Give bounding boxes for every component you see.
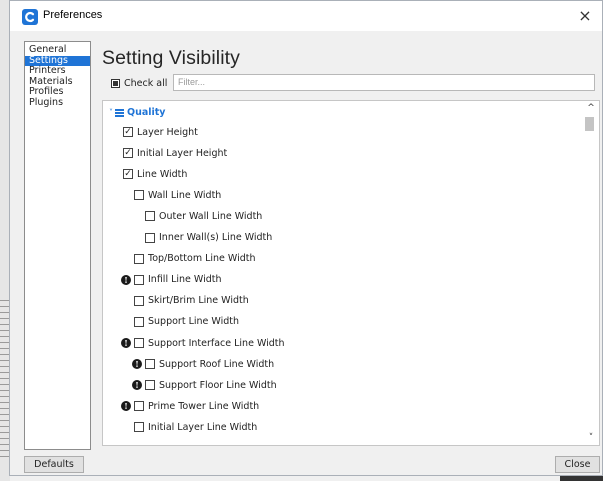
category-label: Quality bbox=[127, 107, 166, 118]
setting-row[interactable]: ! Prime Tower Line Width bbox=[121, 399, 259, 413]
info-icon[interactable]: ! bbox=[121, 401, 131, 412]
info-icon[interactable]: ! bbox=[121, 274, 131, 285]
setting-label: Skirt/Brim Line Width bbox=[148, 295, 249, 307]
sidebar-item-printers[interactable]: Printers bbox=[25, 65, 90, 77]
setting-row[interactable]: Support Line Width bbox=[134, 315, 239, 329]
close-button[interactable]: Close bbox=[555, 456, 600, 473]
checkbox-unchecked-icon[interactable] bbox=[145, 359, 155, 370]
setting-label: Support Line Width bbox=[148, 316, 239, 328]
setting-row[interactable]: ✓ Initial Layer Height bbox=[123, 146, 227, 160]
filter-input[interactable]: Filter... bbox=[173, 74, 595, 91]
sidebar-item-general[interactable]: General bbox=[25, 44, 90, 56]
checkbox-checked-icon[interactable]: ✓ bbox=[123, 148, 133, 159]
setting-row[interactable]: Inner Wall(s) Line Width bbox=[145, 231, 272, 245]
setting-label: Inner Wall(s) Line Width bbox=[159, 232, 273, 243]
background-window-fragment bbox=[560, 476, 603, 481]
check-all-partial-icon bbox=[111, 78, 120, 88]
check-all-label: Check all bbox=[124, 77, 168, 89]
setting-row[interactable]: Top/Bottom Line Width bbox=[134, 252, 256, 266]
title-bar[interactable]: Preferences × bbox=[10, 1, 602, 31]
setting-label: Layer Height bbox=[137, 126, 198, 138]
setting-label: Prime Tower Line Width bbox=[148, 400, 260, 412]
setting-label: Support Interface Line Width bbox=[148, 337, 285, 349]
category-quality[interactable]: ˅ Quality bbox=[109, 107, 166, 118]
setting-label: Support Floor Line Width bbox=[159, 379, 277, 391]
cura-c-icon bbox=[22, 9, 38, 25]
info-icon[interactable]: ! bbox=[121, 338, 131, 348]
setting-label: Initial Layer Line Width bbox=[148, 421, 258, 433]
checkbox-checked-icon[interactable]: ✓ bbox=[123, 169, 133, 180]
checkbox-unchecked-icon[interactable] bbox=[134, 401, 144, 412]
setting-row[interactable]: Wall Line Width bbox=[134, 188, 221, 202]
info-icon[interactable]: ! bbox=[132, 359, 142, 370]
check-all-checkbox[interactable]: Check all bbox=[111, 76, 167, 90]
setting-row[interactable]: ✓ Layer Height bbox=[123, 125, 198, 139]
checkbox-unchecked-icon[interactable] bbox=[145, 232, 155, 243]
checkbox-unchecked-icon[interactable] bbox=[145, 380, 155, 391]
close-icon[interactable]: × bbox=[574, 5, 596, 27]
checkbox-unchecked-icon[interactable] bbox=[134, 295, 144, 306]
setting-label: Initial Layer Height bbox=[137, 147, 228, 159]
checkbox-unchecked-icon[interactable] bbox=[134, 422, 144, 433]
background-ruler-ticks bbox=[0, 300, 9, 460]
sidebar-item-profiles[interactable]: Profiles bbox=[25, 86, 90, 98]
checkbox-unchecked-icon[interactable] bbox=[134, 274, 144, 285]
preferences-sidebar: General Settings Printers Materials Profiles… bbox=[24, 41, 91, 450]
info-icon[interactable]: ! bbox=[132, 380, 142, 391]
page-title: Setting Visibility bbox=[102, 47, 241, 69]
setting-row[interactable]: Initial Layer Line Width bbox=[134, 420, 257, 434]
defaults-button[interactable]: Defaults bbox=[24, 456, 84, 473]
setting-row[interactable]: ! Support Roof Line Width bbox=[132, 357, 274, 371]
checkbox-unchecked-icon[interactable] bbox=[134, 316, 144, 327]
checkbox-unchecked-icon[interactable] bbox=[145, 211, 155, 222]
preferences-dialog: Preferences × General Settings Printers Mat… bbox=[9, 0, 603, 476]
setting-row[interactable]: ✓ Line Width bbox=[123, 167, 187, 181]
scrollbar-thumb[interactable] bbox=[585, 117, 594, 131]
settings-list[interactable]: ˅ Quality ✓ Layer Height ✓ Initial Layer He… bbox=[102, 100, 600, 446]
scroll-down-arrow[interactable]: ˅ bbox=[586, 433, 596, 443]
checkbox-unchecked-icon[interactable] bbox=[134, 190, 144, 201]
setting-row[interactable]: ! Support Floor Line Width bbox=[132, 378, 277, 392]
chevron-down-icon: ˅ bbox=[109, 108, 113, 117]
setting-row[interactable]: Skirt/Brim Line Width bbox=[134, 294, 249, 308]
setting-row[interactable]: ! Support Interface Line Width bbox=[121, 336, 285, 350]
setting-label: Line Width bbox=[137, 168, 188, 180]
sidebar-item-plugins[interactable]: Plugins bbox=[25, 97, 90, 109]
scroll-up-arrow[interactable]: ^ bbox=[586, 103, 596, 113]
checkbox-unchecked-icon[interactable] bbox=[134, 253, 144, 264]
setting-label: Wall Line Width bbox=[148, 189, 222, 201]
setting-row[interactable]: Outer Wall Line Width bbox=[145, 209, 262, 223]
checkbox-checked-icon[interactable]: ✓ bbox=[123, 127, 133, 137]
window-title: Preferences bbox=[43, 9, 103, 21]
checkbox-unchecked-icon[interactable] bbox=[134, 338, 144, 348]
setting-row[interactable]: ! Infill Line Width bbox=[121, 273, 222, 287]
setting-label: Infill Line Width bbox=[148, 274, 222, 286]
setting-label: Support Roof Line Width bbox=[159, 358, 275, 370]
quality-bars-icon bbox=[115, 108, 124, 117]
setting-label: Top/Bottom Line Width bbox=[148, 253, 256, 265]
setting-label: Outer Wall Line Width bbox=[159, 210, 263, 222]
